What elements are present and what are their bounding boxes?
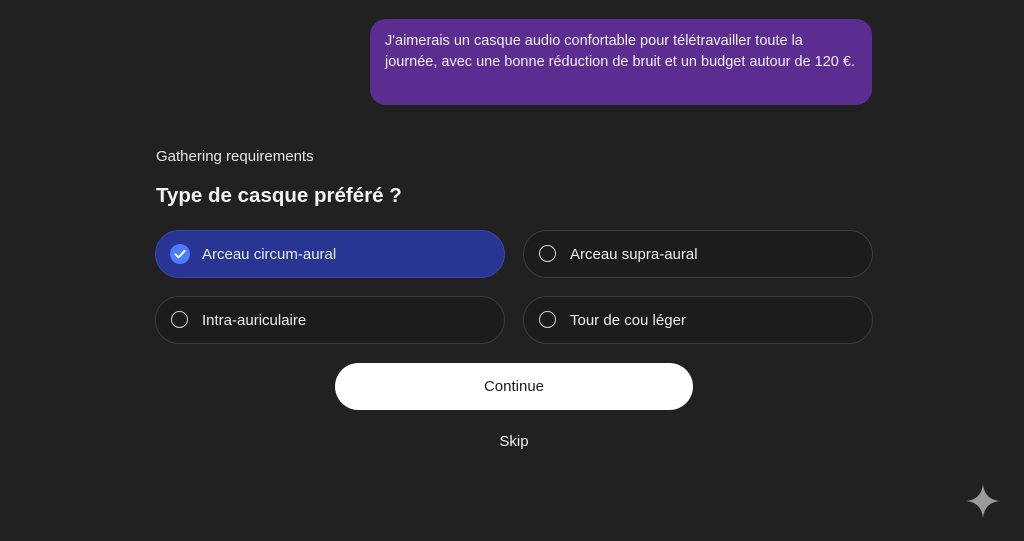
- check-circle-icon: [170, 244, 190, 264]
- option-arceau-circum-aural[interactable]: Arceau circum-aural: [155, 230, 505, 278]
- user-message-text: J'aimerais un casque audio confortable p…: [385, 33, 855, 70]
- option-label: Arceau supra-aural: [570, 246, 698, 263]
- sparkle-icon: [966, 484, 1000, 518]
- option-label: Arceau circum-aural: [202, 246, 337, 263]
- user-message-bubble: J'aimerais un casque audio confortable p…: [370, 19, 872, 105]
- skip-button[interactable]: Skip: [480, 433, 548, 450]
- option-tour-de-cou-leger[interactable]: Tour de cou léger: [523, 296, 873, 344]
- radio-empty-icon: [171, 311, 188, 328]
- option-arceau-supra-aural[interactable]: Arceau supra-aural: [523, 230, 873, 278]
- radio-empty-icon: [539, 311, 556, 328]
- question-title: Type de casque préféré ?: [156, 184, 402, 207]
- status-label: Gathering requirements: [156, 148, 314, 165]
- option-intra-auriculaire[interactable]: Intra-auriculaire: [155, 296, 505, 344]
- option-label: Tour de cou léger: [570, 312, 686, 329]
- chat-page: J'aimerais un casque audio confortable p…: [0, 0, 1024, 541]
- radio-empty-icon: [539, 245, 556, 262]
- option-label: Intra-auriculaire: [202, 312, 307, 329]
- continue-button[interactable]: Continue: [335, 363, 693, 410]
